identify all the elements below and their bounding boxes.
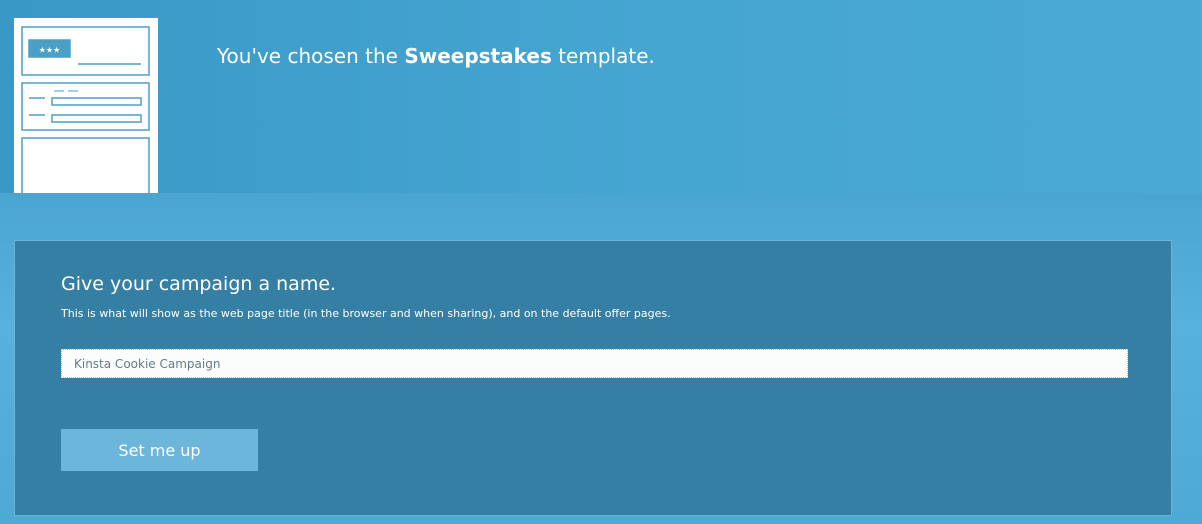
template-thumbnail: ★★★ [14,18,158,193]
sweepstakes-template-icon: ★★★ [21,26,150,193]
thumb-field [51,97,142,106]
panel-subtitle: This is what will show as the web page t… [61,307,671,320]
panel-title: Give your campaign a name. [61,273,337,295]
thumb-field [51,114,142,123]
header-band [0,0,1202,193]
ticket-stars: ★★★ [39,46,61,55]
campaign-name-input[interactable] [61,349,1128,378]
template-name: Sweepstakes [404,44,552,68]
thumb-card-middle [21,82,150,131]
campaign-name-panel: Give your campaign a name. This is what … [14,240,1172,516]
page-headline: You've chosen the Sweepstakes template. [217,42,655,70]
headline-prefix: You've chosen the [217,44,405,68]
headline-suffix: template. [551,44,655,68]
thumb-card-bottom [21,137,150,193]
set-me-up-button[interactable]: Set me up [61,429,258,471]
